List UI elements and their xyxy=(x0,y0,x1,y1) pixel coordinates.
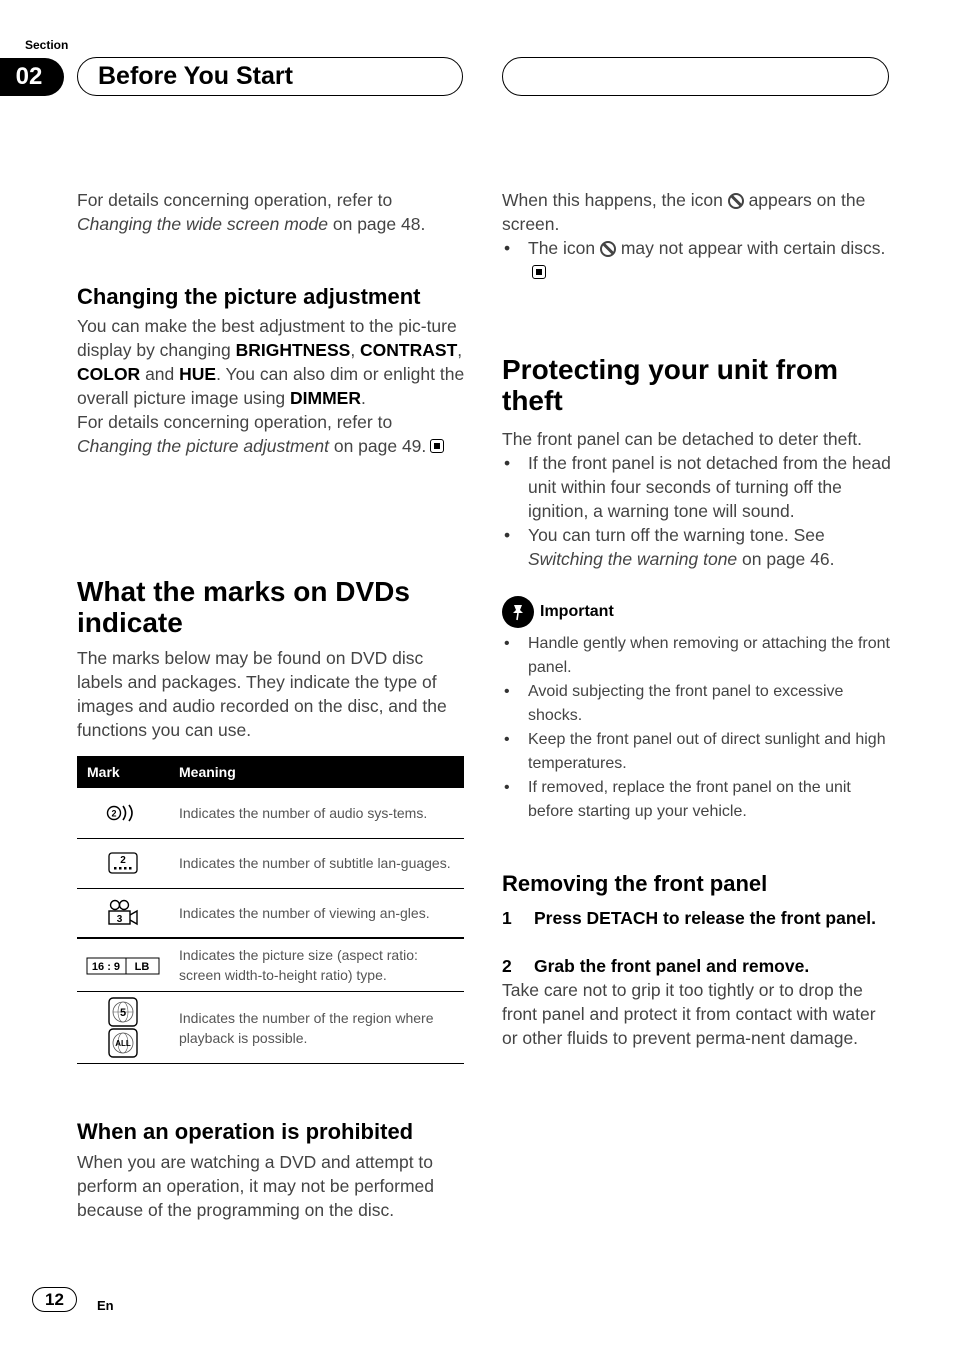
step-2: 2 Grab the front panel and remove. xyxy=(502,954,892,978)
section-number-badge: 02 xyxy=(0,58,64,96)
region-icon: 5 ALL xyxy=(108,996,138,1058)
subtitle-languages-icon: 2 xyxy=(108,852,138,874)
table-row: 3 Indicates the number of viewing an-gle… xyxy=(77,888,464,939)
important-header: Important xyxy=(502,596,892,628)
prohibited-icon xyxy=(599,241,616,257)
step-text: Grab the front panel and remove. xyxy=(534,956,810,976)
mark-cell: 3 xyxy=(77,888,169,939)
letterbox-label: LB xyxy=(135,961,150,973)
list-item: You can turn off the warning tone. See S… xyxy=(502,523,892,571)
prohibited-body: When you are watching a DVD and attempt … xyxy=(77,1152,434,1220)
step-number: 1 xyxy=(502,908,512,928)
column-header-meaning: Meaning xyxy=(169,756,464,788)
intro-paragraph: For details concerning operation, refer … xyxy=(77,188,467,236)
empty-header-pill xyxy=(502,57,889,96)
audio-systems-icon: 2 xyxy=(106,804,133,822)
prohibited-icon xyxy=(727,193,744,209)
text: The icon xyxy=(528,238,600,258)
removing-heading: Removing the front panel xyxy=(502,871,768,896)
text: You can turn off the warning tone. See xyxy=(528,525,825,545)
aspect-ratio-label: 16 : 9 xyxy=(92,961,120,973)
picture-adjustment-link[interactable]: Changing the picture adjustment xyxy=(77,436,329,456)
list-item: Avoid subjecting the front panel to exce… xyxy=(502,680,892,728)
dvd-marks-table: Mark Meaning 2 Indicates the number of a… xyxy=(77,756,464,1064)
list-item: If the front panel is not detached from … xyxy=(502,451,892,523)
angles-icon-number: 3 xyxy=(117,914,123,925)
mark-cell: 2 xyxy=(77,838,169,889)
meaning-cell: Indicates the number of subtitle lan-gua… xyxy=(169,838,464,889)
intro-text-tail: on page 48. xyxy=(328,214,426,234)
list-item: Keep the front panel out of direct sunli… xyxy=(502,728,892,776)
meaning-cell: Indicates the number of viewing an-gles. xyxy=(169,888,464,939)
section-title-pill: Before You Start xyxy=(77,57,463,96)
text: on page 49. xyxy=(328,436,427,456)
picture-adjustment-body: You can make the best adjustment to the … xyxy=(77,314,467,458)
prohibited-continuation: When this happens, the icon appears on t… xyxy=(502,188,892,284)
meaning-cell: Indicates the number of audio sys-tems. xyxy=(169,788,464,839)
subtitle-icon-number: 2 xyxy=(120,855,126,866)
region-number: 5 xyxy=(120,1007,126,1019)
text: , xyxy=(350,340,361,360)
step-text: Press DETACH to release the front panel. xyxy=(534,908,876,928)
color-term: COLOR xyxy=(77,364,141,384)
list-item: The icon may not appear with certain dis… xyxy=(502,236,892,284)
aspect-ratio-icon: 16 : 9 LB xyxy=(86,957,160,975)
mark-cell: 16 : 9 LB xyxy=(77,938,169,992)
region-all-label: ALL xyxy=(115,1039,131,1048)
list-item: If removed, replace the front panel on t… xyxy=(502,776,892,824)
text: may not appear with certain discs. xyxy=(615,238,886,258)
wide-screen-link[interactable]: Changing the wide screen mode xyxy=(77,214,328,234)
text: on page 46. xyxy=(737,549,835,569)
text: For details concerning operation, refer … xyxy=(77,412,393,432)
section-title: Before You Start xyxy=(98,62,293,90)
theft-heading: Protecting your unit from theft xyxy=(502,354,838,416)
removing-section: Removing the front panel 1 Press DETACH t… xyxy=(502,870,892,1050)
end-mark-icon xyxy=(430,439,445,453)
contrast-term: CONTRAST xyxy=(360,340,458,360)
list-item: Handle gently when removing or attaching… xyxy=(502,632,892,680)
page-number: 12 xyxy=(32,1287,77,1312)
table-row: 2 Indicates the number of audio sys-tems… xyxy=(77,788,464,839)
table-row: 16 : 9 LB Indicates the picture size (as… xyxy=(77,938,464,992)
text: . xyxy=(361,388,366,408)
important-section: Important Handle gently when removing or… xyxy=(502,596,892,824)
removing-body: Take care not to grip it too tightly or … xyxy=(502,980,876,1048)
prohibited-heading: When an operation is prohibited xyxy=(77,1119,414,1144)
intro-text: For details concerning operation, refer … xyxy=(77,190,393,210)
brightness-term: BRIGHTNESS xyxy=(235,340,351,360)
language-label: En xyxy=(97,1298,114,1313)
dimmer-term: DIMMER xyxy=(290,388,361,408)
dvd-marks-heading: What the marks on DVDs indicate xyxy=(77,576,410,638)
picture-adjustment-section: Changing the picture adjustment You can … xyxy=(77,283,467,458)
end-mark-icon xyxy=(532,265,546,279)
table-row: 5 ALL Indicates the number of the region… xyxy=(77,991,464,1064)
mark-cell: 5 ALL xyxy=(77,991,169,1064)
column-header-mark: Mark xyxy=(77,756,169,788)
picture-adjustment-heading: Changing the picture adjustment xyxy=(77,284,421,309)
text: When this happens, the icon xyxy=(502,190,728,210)
step-number: 2 xyxy=(502,956,512,976)
text: , xyxy=(457,340,463,360)
viewing-angles-icon: 3 xyxy=(108,899,138,925)
dvd-marks-section: What the marks on DVDs indicate The mark… xyxy=(77,576,467,742)
audio-icon-number: 2 xyxy=(111,809,116,819)
step-1: 1 Press DETACH to release the front panel… xyxy=(502,906,892,930)
hue-term: HUE xyxy=(179,364,217,384)
important-label: Important xyxy=(540,603,614,620)
warning-tone-link[interactable]: Switching the warning tone xyxy=(528,549,737,569)
meaning-cell: Indicates the number of the region where… xyxy=(169,991,464,1064)
table-row: 2 Indicates the number of subtitle lan-g… xyxy=(77,838,464,889)
prohibited-section: When an operation is prohibited When you… xyxy=(77,1118,467,1222)
mark-cell: 2 xyxy=(77,788,169,839)
pushpin-icon xyxy=(502,596,534,628)
dvd-marks-body: The marks below may be found on DVD disc… xyxy=(77,648,447,740)
section-label: Section xyxy=(25,38,69,52)
meaning-cell: Indicates the picture size (aspect ratio… xyxy=(169,938,464,992)
theft-body: The front panel can be detached to deter… xyxy=(502,429,862,449)
text: and xyxy=(140,364,180,384)
theft-section: Protecting your unit from theft The fron… xyxy=(502,354,892,571)
